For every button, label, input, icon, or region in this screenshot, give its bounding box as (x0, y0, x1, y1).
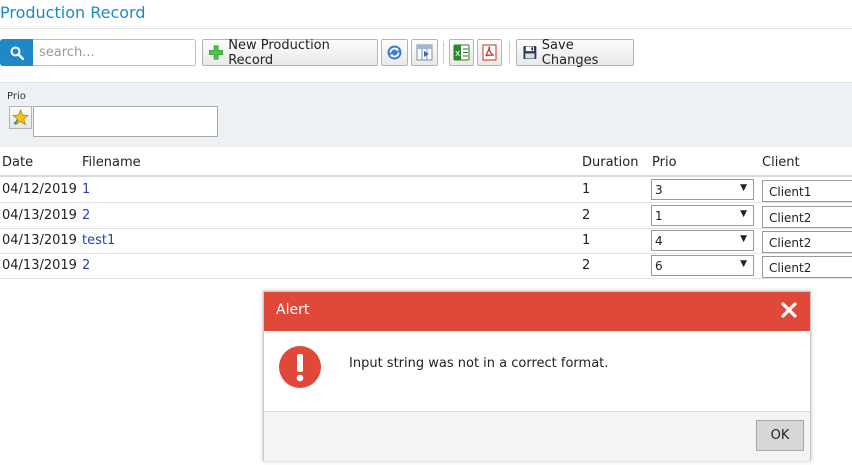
new-production-record-button[interactable]: New Production Record (202, 37, 378, 68)
ok-button[interactable]: OK (756, 420, 804, 451)
table-row: 04/13/2019 test1 1 4 ▼ Client2 (0, 228, 852, 254)
columns-button[interactable] (411, 39, 438, 66)
title-divider (0, 28, 852, 29)
search-input[interactable] (33, 39, 196, 66)
filter-panel: Prio (0, 82, 852, 147)
cell-filename-link[interactable]: 1 (82, 182, 90, 197)
toolbar-separator (443, 41, 444, 64)
table-row: 04/13/2019 2 2 1 ▼ Client2 (0, 203, 852, 229)
refresh-icon (387, 45, 402, 60)
columns-icon (416, 44, 433, 61)
client-field[interactable]: Client2 (762, 256, 852, 278)
cell-date: 04/12/2019 (2, 182, 77, 197)
prio-select-value: 6 (655, 258, 663, 273)
dropdown-arrow-icon: ▼ (740, 234, 747, 244)
alert-footer: OK (264, 411, 810, 461)
dropdown-arrow-icon: ▼ (740, 209, 747, 219)
alert-body: Input string was not in a correct format… (264, 331, 810, 411)
cell-duration: 2 (582, 208, 591, 223)
cell-filename-link[interactable]: 2 (82, 258, 90, 273)
floppy-disk-icon (523, 46, 537, 59)
prio-select[interactable]: 4 ▼ (651, 230, 754, 251)
search-button[interactable] (0, 39, 33, 66)
pdf-icon (482, 44, 497, 61)
new-production-record-label: New Production Record (228, 37, 330, 68)
save-changes-label: Save Changes (541, 37, 599, 68)
cell-filename-link[interactable]: 2 (82, 208, 90, 223)
favorite-filter-button[interactable] (9, 106, 32, 129)
export-excel-button[interactable]: x (449, 39, 474, 66)
cell-date: 04/13/2019 (2, 233, 77, 248)
alert-title: Alert (276, 302, 310, 318)
alert-header: Alert (264, 292, 810, 331)
cell-duration: 2 (582, 258, 591, 273)
prio-select[interactable]: 3 ▼ (651, 179, 754, 200)
refresh-button[interactable] (381, 39, 408, 66)
toolbar-separator (509, 41, 510, 64)
client-field[interactable]: Client2 (762, 206, 852, 228)
search-icon (10, 46, 24, 60)
table-row: 04/13/2019 2 2 6 ▼ Client2 (0, 253, 852, 279)
cell-date: 04/13/2019 (2, 208, 77, 223)
prio-select-value: 1 (655, 208, 663, 223)
cell-duration: 1 (582, 233, 591, 248)
alert-message: Input string was not in a correct format… (349, 356, 609, 371)
dropdown-arrow-icon: ▼ (740, 183, 747, 193)
client-field[interactable]: Client2 (762, 231, 852, 253)
svg-text:x: x (455, 49, 461, 59)
export-pdf-button[interactable] (477, 39, 502, 66)
prio-filter-label: Prio (7, 91, 26, 102)
prio-select[interactable]: 1 ▼ (651, 205, 754, 226)
column-header-filename[interactable]: Filename (82, 155, 141, 170)
prio-select-value: 4 (655, 233, 663, 248)
cell-date: 04/13/2019 (2, 258, 77, 273)
column-header-date[interactable]: Date (2, 155, 33, 170)
client-field[interactable]: Client1 (762, 180, 852, 202)
column-header-client[interactable]: Client (762, 155, 800, 170)
star-icon (12, 109, 29, 126)
cell-filename-link[interactable]: test1 (82, 233, 115, 248)
table-row: 04/12/2019 1 1 3 ▼ Client1 (0, 177, 852, 203)
error-icon (279, 346, 321, 388)
prio-filter-input[interactable] (33, 106, 218, 137)
prio-select[interactable]: 6 ▼ (651, 255, 754, 276)
page-title: Production Record (0, 3, 146, 22)
cell-duration: 1 (582, 182, 591, 197)
prio-select-value: 3 (655, 182, 663, 197)
close-icon[interactable] (780, 301, 798, 319)
excel-icon: x (453, 44, 470, 61)
plus-icon (209, 45, 224, 60)
column-header-duration[interactable]: Duration (582, 155, 638, 170)
toolbar: New Production Record x (0, 37, 852, 68)
dropdown-arrow-icon: ▼ (740, 259, 747, 269)
column-header-prio[interactable]: Prio (652, 155, 677, 170)
save-changes-button[interactable]: Save Changes (516, 37, 634, 68)
alert-dialog: Alert Input string was not in a correct … (263, 291, 811, 461)
